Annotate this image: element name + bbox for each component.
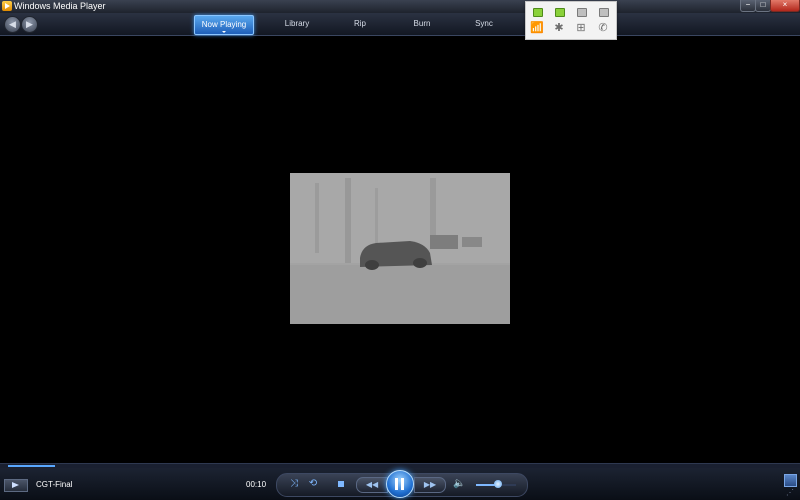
tab-label: Now Playing xyxy=(201,20,247,29)
title-bar: Windows Media Player xyxy=(0,0,800,13)
forward-button[interactable]: ▶ xyxy=(21,16,38,33)
close-button[interactable]: × xyxy=(770,0,800,12)
minimize-button[interactable]: − xyxy=(740,0,756,12)
shuffle-icon[interactable]: ⤨ xyxy=(288,478,300,490)
status-led xyxy=(555,8,565,17)
navigation-bar: ◀ ▶ Now Playing Library Rip Burn Sync xyxy=(0,13,800,36)
tab-rip[interactable]: Rip xyxy=(344,15,376,33)
back-button[interactable]: ◀ xyxy=(4,16,21,33)
tab-burn[interactable]: Burn xyxy=(405,15,439,33)
wifi-icon[interactable]: 📶 xyxy=(530,22,544,34)
switch-to-library-button[interactable] xyxy=(784,474,797,487)
pause-button[interactable] xyxy=(386,470,414,498)
network-status-widget: 📶 ✱ ⊞ ✆ xyxy=(525,1,617,40)
status-led xyxy=(533,8,543,17)
tab-sync[interactable]: Sync xyxy=(466,15,502,33)
media-player-icon xyxy=(2,1,12,11)
window-title: Windows Media Player xyxy=(14,1,106,11)
video-frame-image xyxy=(290,173,510,324)
video-display[interactable] xyxy=(290,173,510,324)
elapsed-time: 00:10 xyxy=(246,480,267,489)
next-button[interactable]: ▶▶ xyxy=(414,477,446,493)
phone-icon[interactable]: ✆ xyxy=(596,22,610,34)
track-title: CGT-Final xyxy=(36,480,73,489)
tab-dropdown-arrow-icon[interactable] xyxy=(222,31,226,33)
tab-label: Rip xyxy=(353,19,366,28)
lan-icon[interactable]: ⊞ xyxy=(574,22,588,34)
status-led xyxy=(599,8,609,17)
tab-now-playing[interactable]: Now Playing xyxy=(194,15,254,35)
tab-label: Burn xyxy=(413,19,431,28)
repeat-icon[interactable]: ⟲ xyxy=(307,478,319,490)
tab-label: Sync xyxy=(475,19,493,28)
pause-icon xyxy=(401,478,404,490)
maximize-button[interactable]: □ xyxy=(755,0,771,12)
speaker-icon[interactable]: 🔈 xyxy=(453,478,465,490)
tab-label: Library xyxy=(284,19,310,28)
stop-icon xyxy=(338,481,344,487)
volume-slider-thumb[interactable] xyxy=(494,480,502,488)
previous-button[interactable]: ◀◀ xyxy=(356,477,388,493)
resize-grip-icon[interactable]: ⋰ xyxy=(786,488,796,498)
switch-to-now-playing-button[interactable] xyxy=(4,479,28,492)
stop-button[interactable] xyxy=(336,478,346,491)
status-led xyxy=(577,8,587,17)
tab-library[interactable]: Library xyxy=(276,15,318,33)
bluetooth-icon[interactable]: ✱ xyxy=(552,22,566,34)
seek-progress xyxy=(8,465,55,467)
pause-icon xyxy=(395,478,398,490)
